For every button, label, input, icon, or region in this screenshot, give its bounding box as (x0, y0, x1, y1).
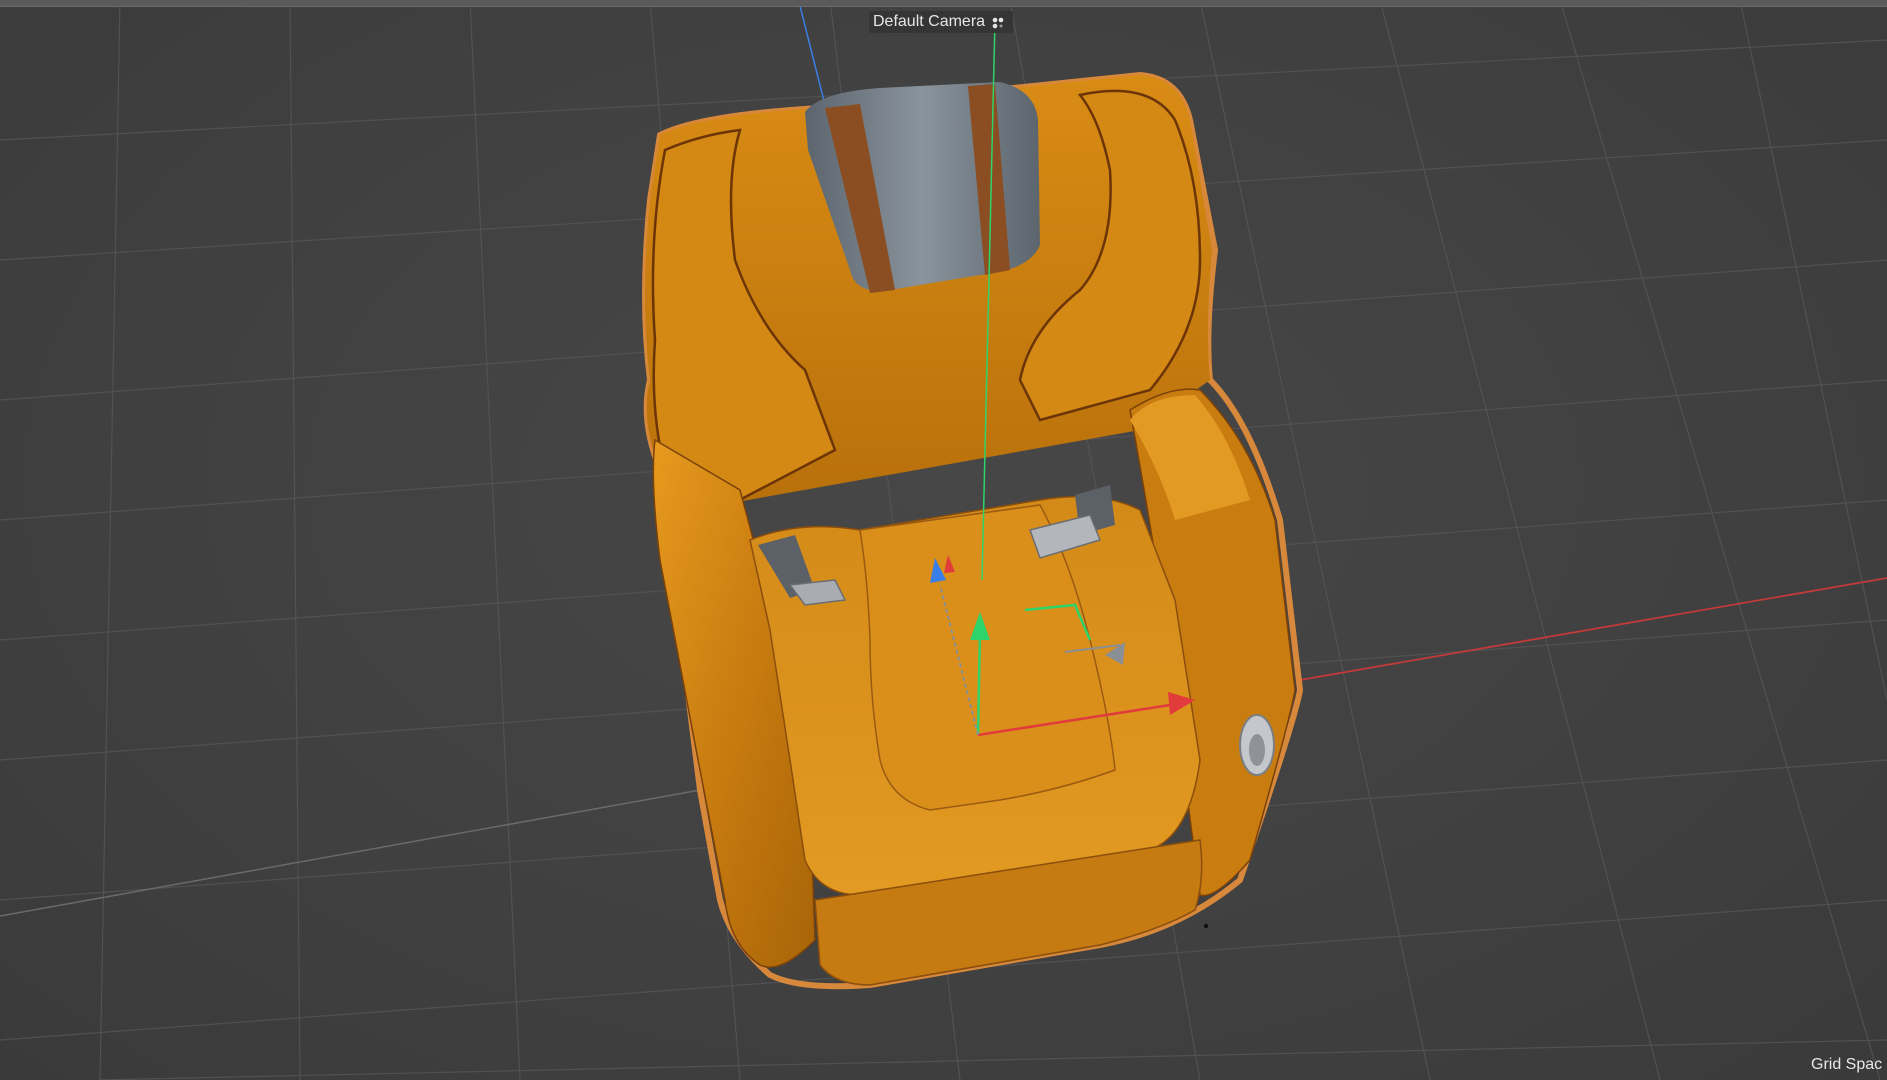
scene-canvas[interactable] (0, 0, 1887, 1080)
vertex-point (1203, 923, 1209, 929)
3d-viewport[interactable]: Default Camera Grid Spac (0, 0, 1887, 1080)
grid-spacing-label: Grid Spac (1811, 1056, 1883, 1073)
camera-name: Default Camera (873, 13, 986, 30)
recline-handle (1239, 714, 1275, 776)
camera-menu[interactable]: Default Camera (869, 11, 1014, 33)
camera-settings-icon[interactable] (991, 15, 1005, 29)
world-z-axis-line (799, 5, 826, 106)
seat-model[interactable] (642, 71, 1304, 990)
viewport-top-border (0, 0, 1887, 7)
world-x-axis-line (1299, 577, 1887, 681)
